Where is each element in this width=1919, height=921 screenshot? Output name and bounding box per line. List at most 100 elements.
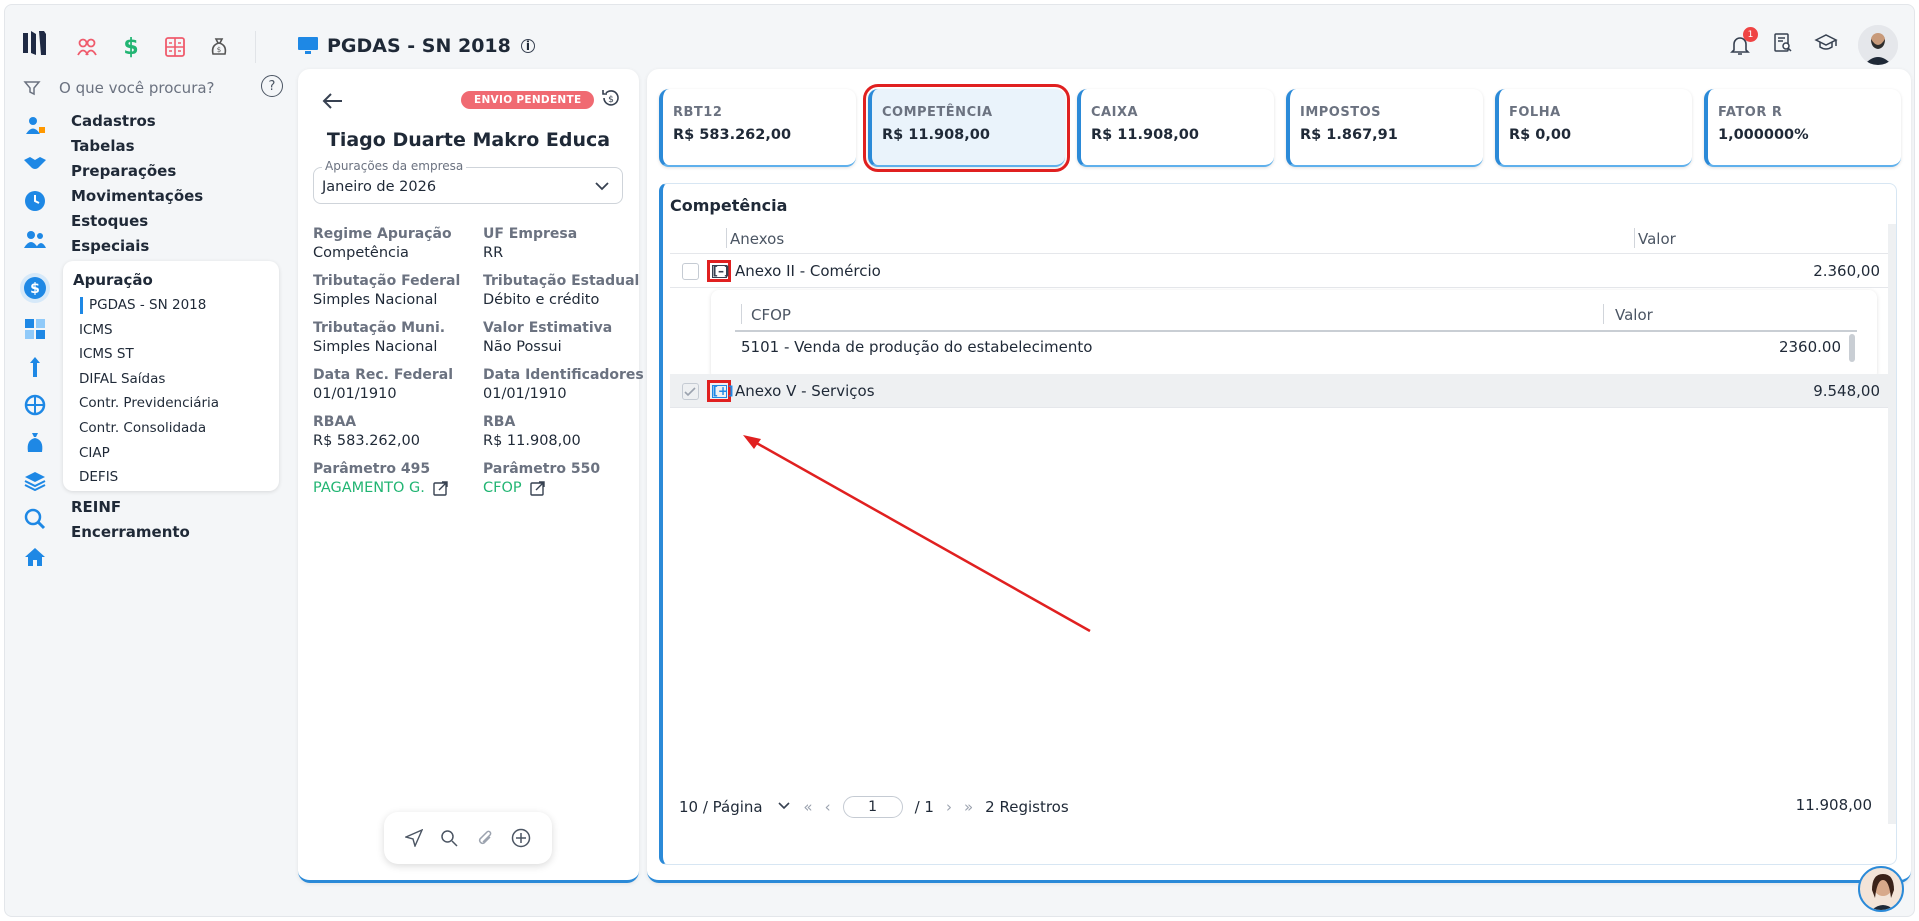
next-page-icon[interactable]: ›: [946, 798, 952, 816]
column-header-anexos[interactable]: Anexos: [730, 230, 784, 248]
nested-scrollbar[interactable]: [1849, 334, 1855, 362]
card-title: FOLHA: [1509, 105, 1561, 120]
page-input[interactable]: 1: [842, 796, 903, 818]
column-header-valor[interactable]: Valor: [1615, 306, 1653, 324]
calculator-icon[interactable]: [163, 35, 187, 59]
vertical-scrollbar[interactable]: [1888, 224, 1896, 824]
expand-button[interactable]: [+]: [707, 380, 734, 402]
prev-page-icon[interactable]: ‹: [825, 798, 831, 816]
submenu-title[interactable]: Apuração: [63, 267, 279, 293]
field-value: Competência: [313, 245, 409, 261]
add-circle-icon[interactable]: [511, 828, 531, 848]
search-placeholder: O que você procura?: [59, 79, 215, 97]
parametro-495-value: PAGAMENTO G.: [313, 480, 425, 496]
parametro-550-link[interactable]: CFOP: [483, 480, 643, 496]
grid-calc-icon[interactable]: [23, 317, 47, 341]
card-competencia[interactable]: COMPETÊNCIA R$ 11.908,00: [863, 84, 1070, 172]
filter-icon: [23, 81, 41, 96]
apuracao-panel: RBT12 R$ 583.262,00 COMPETÊNCIA R$ 11.908,…: [647, 69, 1911, 883]
layers-icon[interactable]: [23, 469, 47, 493]
people-icon[interactable]: [75, 35, 99, 59]
user-register-icon[interactable]: [23, 113, 47, 137]
field-value: 01/01/1910: [313, 386, 397, 402]
collapse-button[interactable]: [–]: [707, 260, 731, 282]
field-data-identificadores: Data Identificadores 01/01/1910: [483, 367, 644, 402]
column-header-valor[interactable]: Valor: [1638, 230, 1676, 248]
sidebar-item-cadastros[interactable]: Cadastros: [71, 109, 281, 134]
card-fator-r[interactable]: FATOR R 1,000000%: [1704, 89, 1901, 167]
submenu-item-pgdas[interactable]: PGDAS - SN 2018: [63, 293, 279, 318]
table-row[interactable]: [+] Anexo V - Serviços 9.548,00: [670, 374, 1888, 408]
attachment-icon[interactable]: [476, 829, 494, 847]
submenu-item-icms[interactable]: ICMS: [63, 318, 279, 343]
submenu-item-icms-st[interactable]: ICMS ST: [63, 342, 279, 367]
field-regime-apuracao: Regime Apuração Competência: [313, 226, 483, 261]
notifications-button[interactable]: 1: [1728, 27, 1758, 57]
money-bag-icon[interactable]: $: [207, 35, 231, 59]
external-link-icon: [529, 481, 545, 496]
column-header-cfop[interactable]: CFOP: [751, 306, 791, 324]
send-icon[interactable]: [404, 829, 423, 847]
info-icon[interactable]: i: [520, 39, 535, 53]
card-title: FATOR R: [1718, 105, 1783, 120]
summary-cards: RBT12 R$ 583.262,00 COMPETÊNCIA R$ 11.908,…: [659, 84, 1901, 172]
clock-icon[interactable]: [23, 189, 47, 213]
submenu-item-contr-previdenciaria[interactable]: Contr. Previdenciária: [63, 391, 279, 416]
help-icon[interactable]: ?: [261, 75, 283, 97]
magnifier-icon[interactable]: [23, 507, 47, 531]
back-arrow-icon[interactable]: [322, 91, 344, 111]
field-value: Não Possui: [483, 339, 562, 355]
table-row[interactable]: [–] Anexo II - Comércio 2.360,00: [670, 254, 1888, 288]
sidebar-menu-bottom: REINF Encerramento: [71, 495, 190, 545]
search-bar[interactable]: O que você procura? ?: [23, 75, 283, 101]
field-value: 01/01/1910: [483, 386, 567, 402]
anexo-value: 2.360,00: [1813, 262, 1880, 280]
sidebar-item-estoques[interactable]: Estoques: [71, 209, 281, 234]
submenu-item-difal[interactable]: DIFAL Saídas: [63, 367, 279, 392]
user-avatar[interactable]: [1858, 25, 1898, 65]
field-value: R$ 583.262,00: [313, 433, 420, 449]
home-icon[interactable]: [23, 545, 47, 569]
sidebar-item-especiais[interactable]: Especiais: [71, 234, 281, 259]
submenu-item-defis[interactable]: DEFIS: [63, 465, 279, 490]
parametro-495-link[interactable]: PAGAMENTO G.: [313, 480, 483, 496]
team-icon[interactable]: [23, 227, 47, 251]
report-search-icon[interactable]: [1772, 32, 1794, 58]
sidebar-item-reinf[interactable]: REINF: [71, 495, 190, 520]
history-icon[interactable]: $: [600, 87, 622, 109]
field-label: Data Rec. Federal: [313, 367, 454, 383]
sidebar-icons: $: [20, 113, 50, 569]
status-badge: ENVIO PENDENTE: [461, 91, 595, 109]
submenu-item-contr-consolidada[interactable]: Contr. Consolidada: [63, 416, 279, 441]
globe-icon[interactable]: [23, 393, 47, 417]
graduation-cap-icon[interactable]: [1814, 32, 1838, 58]
submenu-item-ciap[interactable]: CIAP: [63, 441, 279, 466]
row-checkbox[interactable]: [682, 383, 699, 400]
card-impostos[interactable]: IMPOSTOS R$ 1.867,91: [1286, 89, 1483, 167]
app-logo[interactable]: [19, 29, 51, 59]
dollar-icon[interactable]: $: [119, 35, 143, 60]
first-page-icon[interactable]: «: [803, 798, 812, 816]
notification-badge: 1: [1743, 27, 1758, 42]
nested-cfop-table: CFOP Valor 5101 - Venda de produção do e…: [711, 290, 1877, 380]
money-bag-sidebar-icon[interactable]: [23, 431, 47, 455]
tool-icon[interactable]: [23, 355, 47, 379]
page-size-label: 10 / Página: [679, 798, 763, 816]
sidebar-item-movimentacoes[interactable]: Movimentações: [71, 184, 281, 209]
card-caixa[interactable]: CAIXA R$ 11.908,00: [1077, 89, 1274, 167]
handshake-icon[interactable]: [23, 151, 47, 175]
assistant-avatar[interactable]: [1858, 866, 1904, 912]
apuracao-dollar-icon[interactable]: $: [20, 273, 50, 303]
row-checkbox[interactable]: [682, 263, 699, 280]
card-value: R$ 11.908,00: [882, 127, 990, 143]
card-rbt12[interactable]: RBT12 R$ 583.262,00: [659, 89, 856, 167]
sidebar-item-tabelas[interactable]: Tabelas: [71, 134, 281, 159]
last-page-icon[interactable]: »: [964, 798, 973, 816]
card-folha[interactable]: FOLHA R$ 0,00: [1495, 89, 1692, 167]
sidebar-item-encerramento[interactable]: Encerramento: [71, 520, 190, 545]
sidebar-item-preparacoes[interactable]: Preparações: [71, 159, 281, 184]
search-icon[interactable]: [440, 829, 458, 847]
page-size-select[interactable]: 10 / Página: [679, 798, 791, 816]
svg-text:$: $: [30, 281, 40, 297]
apuracoes-select[interactable]: Apurações da empresa Janeiro de 2026: [313, 159, 623, 204]
